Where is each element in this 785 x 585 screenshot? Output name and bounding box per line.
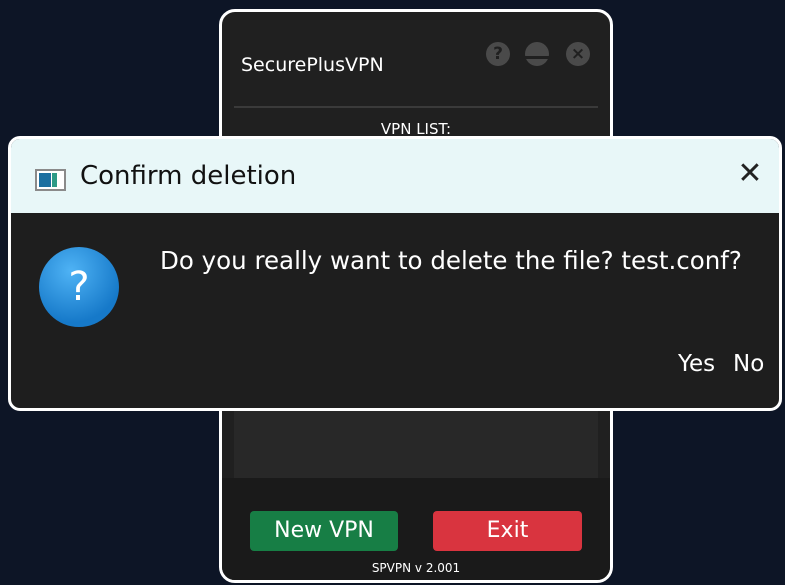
dialog-close-icon[interactable]: ✕ [735, 157, 765, 191]
app-title: SecurePlusVPN [241, 54, 384, 76]
vpn-list[interactable] [234, 410, 598, 478]
new-vpn-button[interactable]: New VPN [250, 511, 398, 551]
divider [234, 106, 598, 108]
exit-button[interactable]: Exit [433, 511, 582, 551]
window-app-icon [35, 169, 66, 191]
dialog-title: Confirm deletion [80, 161, 297, 191]
minimize-icon[interactable] [525, 42, 549, 66]
yes-button[interactable]: Yes [678, 351, 715, 377]
dialog-titlebar[interactable]: Confirm deletion ✕ [11, 139, 779, 213]
confirm-deletion-dialog: Confirm deletion ✕ ? Do you really want … [8, 136, 782, 411]
question-icon: ? [39, 247, 119, 327]
version-label: SPVPN v 2.001 [371, 561, 461, 575]
help-icon[interactable]: ? [486, 42, 510, 66]
dialog-message: Do you really want to delete the file? t… [160, 246, 742, 275]
close-icon[interactable]: × [566, 42, 590, 66]
no-button[interactable]: No [733, 351, 764, 377]
